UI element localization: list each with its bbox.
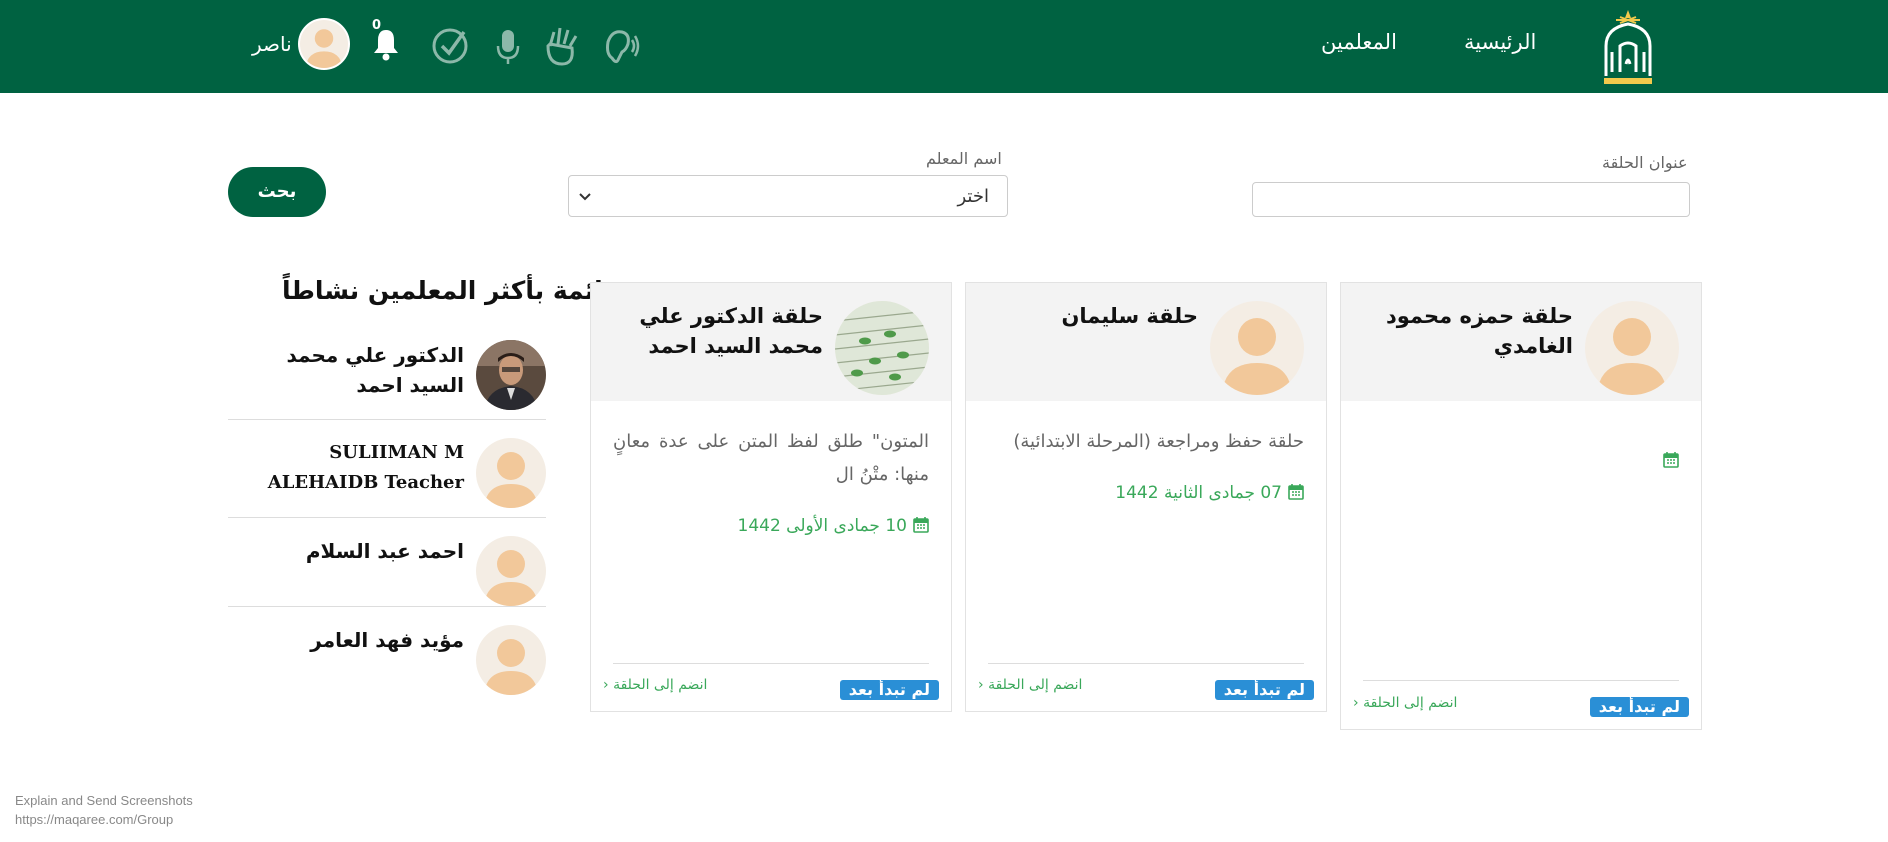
username[interactable]: ناصر: [252, 32, 292, 56]
circle-description: حلقة حفظ ومراجعة (المرحلة الابتدائية): [1013, 431, 1304, 452]
join-circle-link[interactable]: انضم إلى الحلقة ‹: [603, 677, 707, 693]
divider: [228, 606, 546, 607]
check-circle-icon[interactable]: [430, 24, 470, 66]
chevron-left-icon: ‹: [978, 677, 984, 693]
status-badge: لم تبدأ بعد: [1214, 680, 1314, 700]
teacher-item[interactable]: الدكتور علي محمد السيد احمد: [228, 340, 546, 410]
circle-card: حلقة الدكتور علي محمد السيد احمد المتون"…: [590, 282, 952, 712]
microphone-icon[interactable]: [488, 24, 528, 66]
teacher-photo: [476, 340, 546, 410]
bell-icon[interactable]: [370, 26, 402, 62]
hearing-icon[interactable]: [600, 24, 640, 66]
teacher-item[interactable]: SULIIMAN M ALEHAIDB Teacher: [228, 438, 546, 508]
circle-card: حلقة سليمان حلقة حفظ ومراجعة (المرحلة ال…: [965, 282, 1327, 712]
circle-date: 10 جمادى الأولى 1442: [738, 516, 930, 536]
date-text: 10 جمادى الأولى 1442: [737, 516, 908, 536]
teacher-item[interactable]: مؤيد فهد العامر: [228, 625, 546, 695]
status-badge: لم تبدأ بعد: [1589, 697, 1689, 717]
circle-date: [1657, 451, 1679, 471]
circle-photo: [835, 301, 929, 395]
circle-avatar: [1210, 301, 1304, 395]
teacher-avatar: [476, 625, 546, 695]
nav-home-link[interactable]: الرئيسية: [1464, 30, 1536, 54]
divider: [988, 663, 1304, 664]
status-badge: لم تبدأ بعد: [839, 680, 939, 700]
circle-title[interactable]: حلقة سليمان: [988, 301, 1198, 331]
circle-avatar: [1585, 301, 1679, 395]
teacher-name[interactable]: احمد عبد السلام: [228, 536, 464, 566]
join-circle-link[interactable]: انضم إلى الحلقة ‹: [978, 677, 1082, 693]
join-label: انضم إلى الحلقة: [988, 677, 1083, 693]
card-header: حلقة سليمان: [966, 283, 1326, 401]
teacher-avatar: [476, 536, 546, 606]
maqaree-logo[interactable]: [1596, 6, 1660, 90]
top-navbar: الرئيسية المعلمين ناصر 0: [0, 0, 1888, 93]
join-label: انضم إلى الحلقة: [613, 677, 708, 693]
join-label: انضم إلى الحلقة: [1363, 695, 1458, 711]
divider: [228, 419, 546, 420]
circle-date: 07 جمادى الثانية 1442: [1115, 483, 1304, 503]
circle-card: حلقة حمزه محمود الغامدي لم تبدأ بعد انضم…: [1340, 282, 1702, 730]
chevron-left-icon: ‹: [1353, 695, 1359, 711]
calendar-icon: [1663, 452, 1679, 468]
circle-description: المتون" طلق لفظ المتن على عدة معانٍ منها…: [613, 431, 929, 485]
calendar-icon: [913, 517, 929, 533]
divider: [1363, 680, 1679, 681]
teacher-item[interactable]: احمد عبد السلام: [228, 536, 546, 606]
divider: [228, 517, 546, 518]
card-header: حلقة الدكتور علي محمد السيد احمد: [591, 283, 951, 401]
card-header: حلقة حمزه محمود الغامدي: [1341, 283, 1701, 401]
user-avatar[interactable]: [298, 18, 350, 70]
footer-note: Explain and Send Screenshots: [15, 793, 193, 808]
chevron-left-icon: ‹: [603, 677, 609, 693]
teacher-name[interactable]: الدكتور علي محمد السيد احمد: [228, 340, 464, 400]
search-button[interactable]: بحث: [228, 167, 326, 217]
circle-title-input[interactable]: [1252, 182, 1690, 217]
teacher-name[interactable]: مؤيد فهد العامر: [228, 625, 464, 655]
chevron-down-icon: [579, 193, 591, 201]
circle-title[interactable]: حلقة الدكتور علي محمد السيد احمد: [613, 301, 823, 361]
sign-language-icon[interactable]: [540, 24, 580, 66]
teacher-select-value: اختر: [957, 186, 990, 207]
join-circle-link[interactable]: انضم إلى الحلقة ‹: [1353, 695, 1457, 711]
teacher-name[interactable]: SULIIMAN M ALEHAIDB Teacher: [228, 438, 464, 498]
teacher-select[interactable]: اختر: [568, 175, 1008, 217]
circle-title-label: عنوان الحلقة: [1602, 153, 1688, 172]
circle-title[interactable]: حلقة حمزه محمود الغامدي: [1363, 301, 1573, 361]
teacher-avatar: [476, 438, 546, 508]
divider: [613, 663, 929, 664]
teacher-name-label: اسم المعلم: [926, 149, 1002, 168]
nav-teachers-link[interactable]: المعلمين: [1321, 30, 1397, 54]
calendar-icon: [1288, 484, 1304, 500]
active-teachers-title: قائمة بأكثر المعلمين نشاطاً: [282, 276, 620, 305]
footer-url: https://maqaree.com/Group: [15, 812, 174, 827]
date-text: 07 جمادى الثانية 1442: [1115, 483, 1282, 503]
